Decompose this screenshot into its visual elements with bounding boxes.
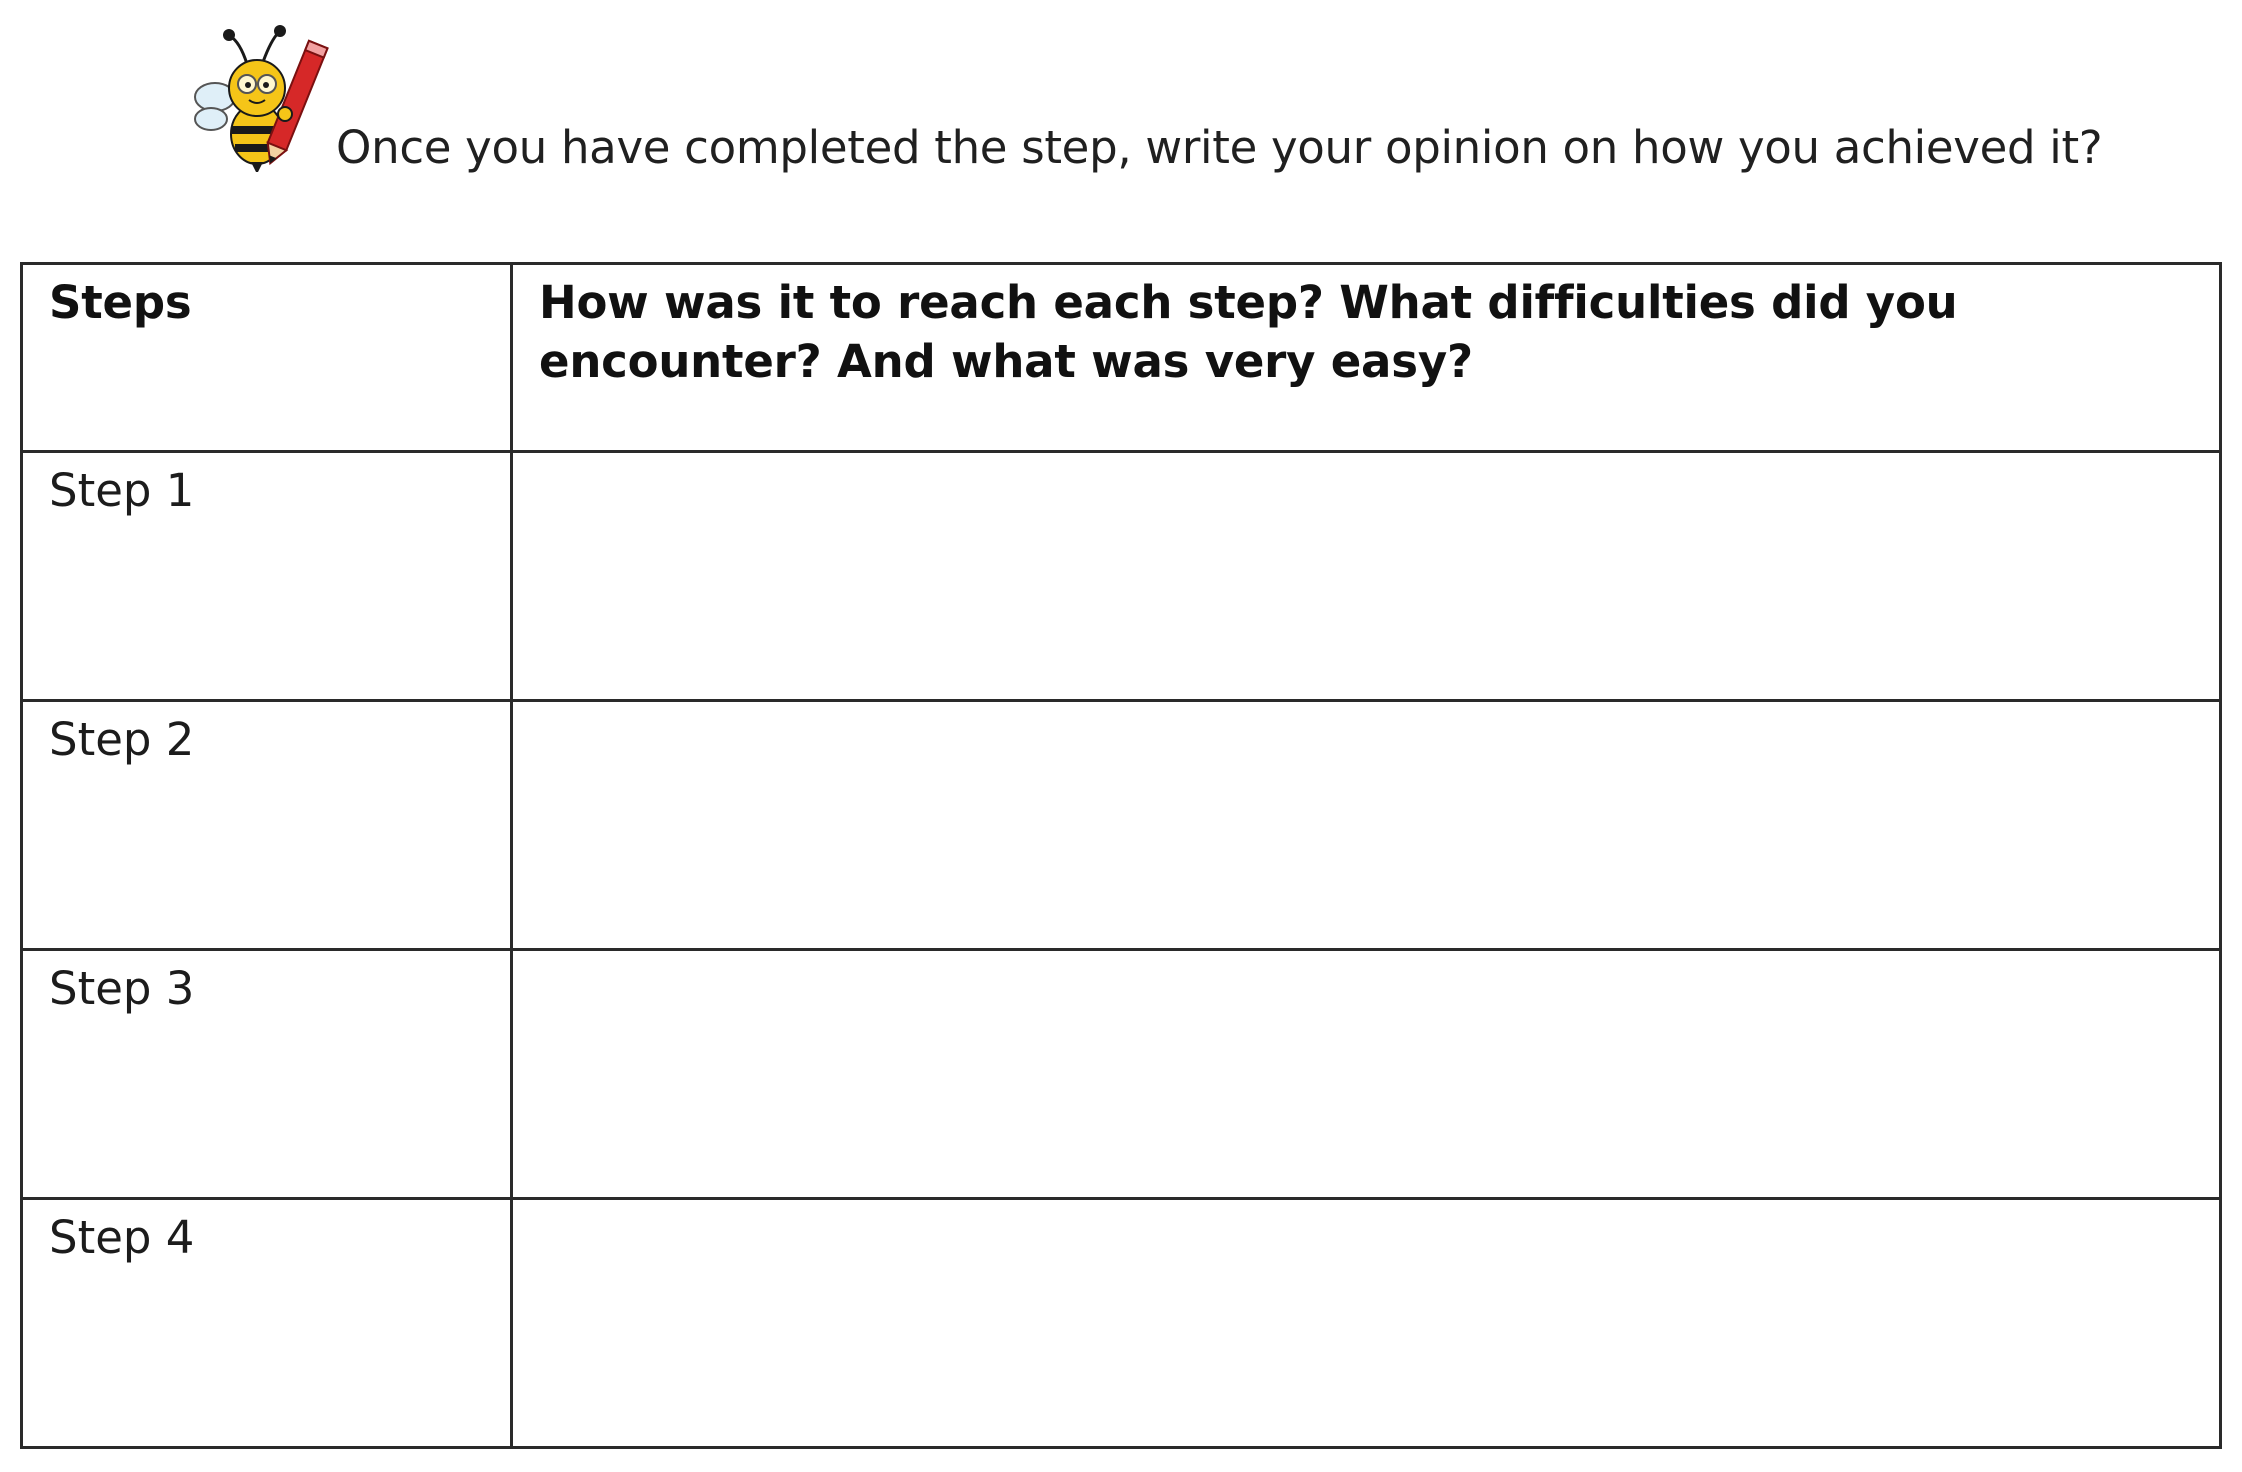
table-row: Step 3 — [20, 948, 2222, 1200]
step-label: Step 4 — [20, 1197, 513, 1449]
step-label: Step 2 — [20, 699, 513, 951]
step-label: Step 1 — [20, 450, 513, 702]
table-row: Step 2 — [20, 699, 2222, 951]
answer-cell[interactable] — [510, 699, 2222, 951]
answer-cell[interactable] — [510, 450, 2222, 702]
step-label: Step 3 — [20, 948, 513, 1200]
answer-cell[interactable] — [510, 948, 2222, 1200]
table-row: Step 1 — [20, 450, 2222, 702]
worksheet-instruction: Once you have completed the step, write … — [336, 121, 2103, 174]
answer-cell[interactable] — [510, 1197, 2222, 1449]
reflection-table: Steps How was it to reach each step? Wha… — [20, 262, 2222, 1449]
reflection-question-header: How was it to reach each step? What diff… — [510, 262, 2222, 453]
bee-with-pencil-icon — [194, 25, 329, 172]
table-header-row: Steps How was it to reach each step? Wha… — [20, 262, 2222, 453]
table-row: Step 4 — [20, 1197, 2222, 1449]
steps-column-header: Steps — [20, 262, 513, 453]
